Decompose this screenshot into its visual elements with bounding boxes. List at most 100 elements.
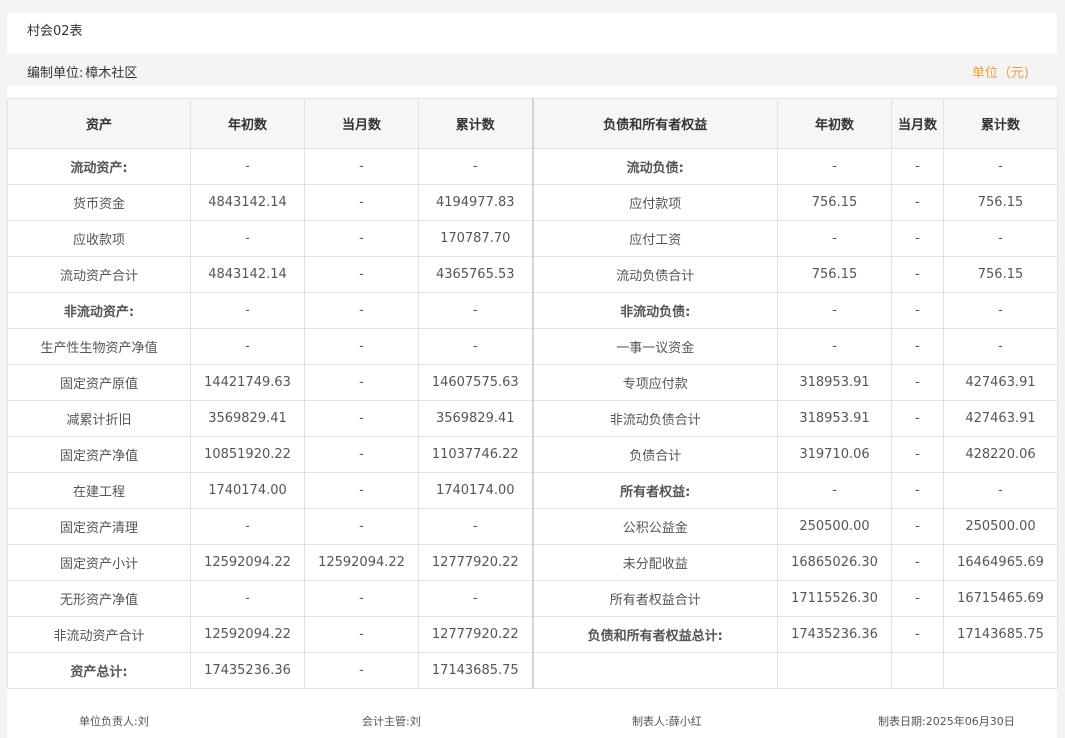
liability-month-value: - [891, 328, 944, 365]
table-row: 固定资产原值 14421749.63-14607575.63 专项应付款 318953… [7, 364, 1058, 401]
asset-cumulative-value: 3569829.41 [418, 400, 533, 437]
liability-label: 负债和所有者权益总计: [531, 616, 778, 653]
liability-label: 应付款项 [531, 184, 778, 221]
table-row: 流动资产合计 4843142.14-4365765.53 流动负债合计 756.15-… [7, 256, 1058, 293]
liability-label: 流动负债: [531, 148, 778, 185]
liability-label: 负债合计 [531, 436, 778, 473]
signature-footer: 单位负责人:刘 会计主管:刘 制表人:薛小红 制表日期:2025年06月30日 [7, 713, 1057, 729]
asset-label: 非流动资产: [7, 292, 191, 329]
liability-month-value: - [891, 256, 944, 293]
asset-begin-value: 12592094.22 [190, 544, 305, 581]
asset-begin-value: 14421749.63 [190, 364, 305, 401]
header-liability-begin: 年初数 [777, 98, 892, 149]
liability-begin-value: - [777, 472, 892, 509]
asset-label: 固定资产原值 [7, 364, 191, 401]
asset-label: 减累计折旧 [7, 400, 191, 437]
liability-cumulative-value: 427463.91 [943, 400, 1058, 437]
liability-cumulative-value: 427463.91 [943, 364, 1058, 401]
liability-label: 所有者权益合计 [531, 580, 778, 617]
asset-begin-value: 10851920.22 [190, 436, 305, 473]
table-row: 生产性生物资产净值 - - - 一事一议资金 - - - [7, 328, 1058, 365]
asset-label: 流动资产: [7, 148, 191, 185]
header-asset-month: 当月数 [304, 98, 419, 149]
liability-cumulative-value: - [943, 292, 1058, 329]
asset-cumulative-value: 170787.70 [418, 220, 533, 257]
liability-label: 公积公益金 [531, 508, 778, 545]
liability-month-value: - [891, 364, 944, 401]
asset-month-value: - [304, 580, 419, 617]
footer-accountant-value: 刘 [409, 715, 421, 728]
asset-month-value: - [304, 220, 419, 257]
liability-cumulative-value: - [943, 328, 1058, 365]
asset-month-value: - [304, 508, 419, 545]
liability-begin-value: 319710.06 [777, 436, 892, 473]
asset-begin-value: - [190, 292, 305, 329]
asset-month-value: - [304, 184, 419, 221]
liability-cumulative-value: - [943, 472, 1058, 509]
footer-preparer: 制表人:薛小红 [632, 713, 702, 729]
liability-month-value: - [891, 148, 944, 185]
header-asset: 资产 [7, 98, 191, 149]
asset-label: 无形资产净值 [7, 580, 191, 617]
asset-cumulative-value: - [418, 508, 533, 545]
asset-label: 生产性生物资产净值 [7, 328, 191, 365]
liability-cumulative-value [943, 652, 1058, 689]
asset-begin-value: 12592094.22 [190, 616, 305, 653]
unit-bar: 编制单位: 樟木社区 单位（元) [7, 53, 1057, 86]
asset-begin-value: 3569829.41 [190, 400, 305, 437]
liability-month-value: - [891, 508, 944, 545]
asset-begin-value: - [190, 508, 305, 545]
footer-accountant: 会计主管:刘 [362, 713, 421, 729]
liability-cumulative-value: - [943, 220, 1058, 257]
liability-begin-value: 16865026.30 [777, 544, 892, 581]
liability-begin-value [777, 652, 892, 689]
asset-month-value: - [304, 364, 419, 401]
asset-cumulative-value: 11037746.22 [418, 436, 533, 473]
liability-begin-value: 318953.91 [777, 364, 892, 401]
asset-month-value: - [304, 436, 419, 473]
liability-cumulative-value: 756.15 [943, 184, 1058, 221]
liability-month-value: - [891, 220, 944, 257]
asset-label: 固定资产净值 [7, 436, 191, 473]
asset-month-value: 12592094.22 [304, 544, 419, 581]
footer-head-label: 单位负责人: [79, 715, 138, 728]
asset-cumulative-value: - [418, 148, 533, 185]
asset-cumulative-value: - [418, 292, 533, 329]
liability-begin-value: - [777, 292, 892, 329]
asset-label: 在建工程 [7, 472, 191, 509]
asset-begin-value: - [190, 328, 305, 365]
liability-label: 应付工资 [531, 220, 778, 257]
header-liability: 负债和所有者权益 [531, 98, 778, 149]
liability-begin-value: 250500.00 [777, 508, 892, 545]
asset-begin-value: 4843142.14 [190, 256, 305, 293]
asset-month-value: - [304, 400, 419, 437]
asset-cumulative-value: 12777920.22 [418, 544, 533, 581]
liability-month-value: - [891, 580, 944, 617]
asset-begin-value: - [190, 220, 305, 257]
asset-month-value: - [304, 472, 419, 509]
asset-cumulative-value: - [418, 580, 533, 617]
asset-begin-value: 1740174.00 [190, 472, 305, 509]
table-row: 应收款项 - -170787.70 应付工资 - - - [7, 220, 1058, 257]
report-panel: 村会02表 编制单位: 樟木社区 单位（元) 资产 年初数 当月数 累计数 负债和… [7, 13, 1058, 738]
asset-begin-value: - [190, 580, 305, 617]
liability-begin-value: 756.15 [777, 184, 892, 221]
asset-cumulative-value: 4365765.53 [418, 256, 533, 293]
table-body: 流动资产: - - - 流动负债: - - - 货币资金 4843142.14-4194977.8… [7, 148, 1058, 689]
liability-cumulative-value: 756.15 [943, 256, 1058, 293]
header-liability-cumulative: 累计数 [943, 98, 1058, 149]
footer-head: 单位负责人:刘 [79, 713, 149, 729]
liability-begin-value: 17435236.36 [777, 616, 892, 653]
table-row: 流动资产: - - - 流动负债: - - - [7, 148, 1058, 185]
table-row: 非流动资产合计 12592094.22-12777920.22 负债和所有者权益总计… [7, 616, 1058, 653]
header-asset-begin: 年初数 [190, 98, 305, 149]
currency-unit: 单位（元) [971, 66, 1029, 81]
liability-cumulative-value: 250500.00 [943, 508, 1058, 545]
liability-month-value [891, 652, 944, 689]
asset-month-value: - [304, 616, 419, 653]
liability-begin-value: - [777, 148, 892, 185]
asset-cumulative-value: - [418, 328, 533, 365]
header-liability-month: 当月数 [891, 98, 944, 149]
table-row: 无形资产净值 - - - 所有者权益合计 17115526.30-16715465.69 [7, 580, 1058, 617]
asset-month-value: - [304, 292, 419, 329]
